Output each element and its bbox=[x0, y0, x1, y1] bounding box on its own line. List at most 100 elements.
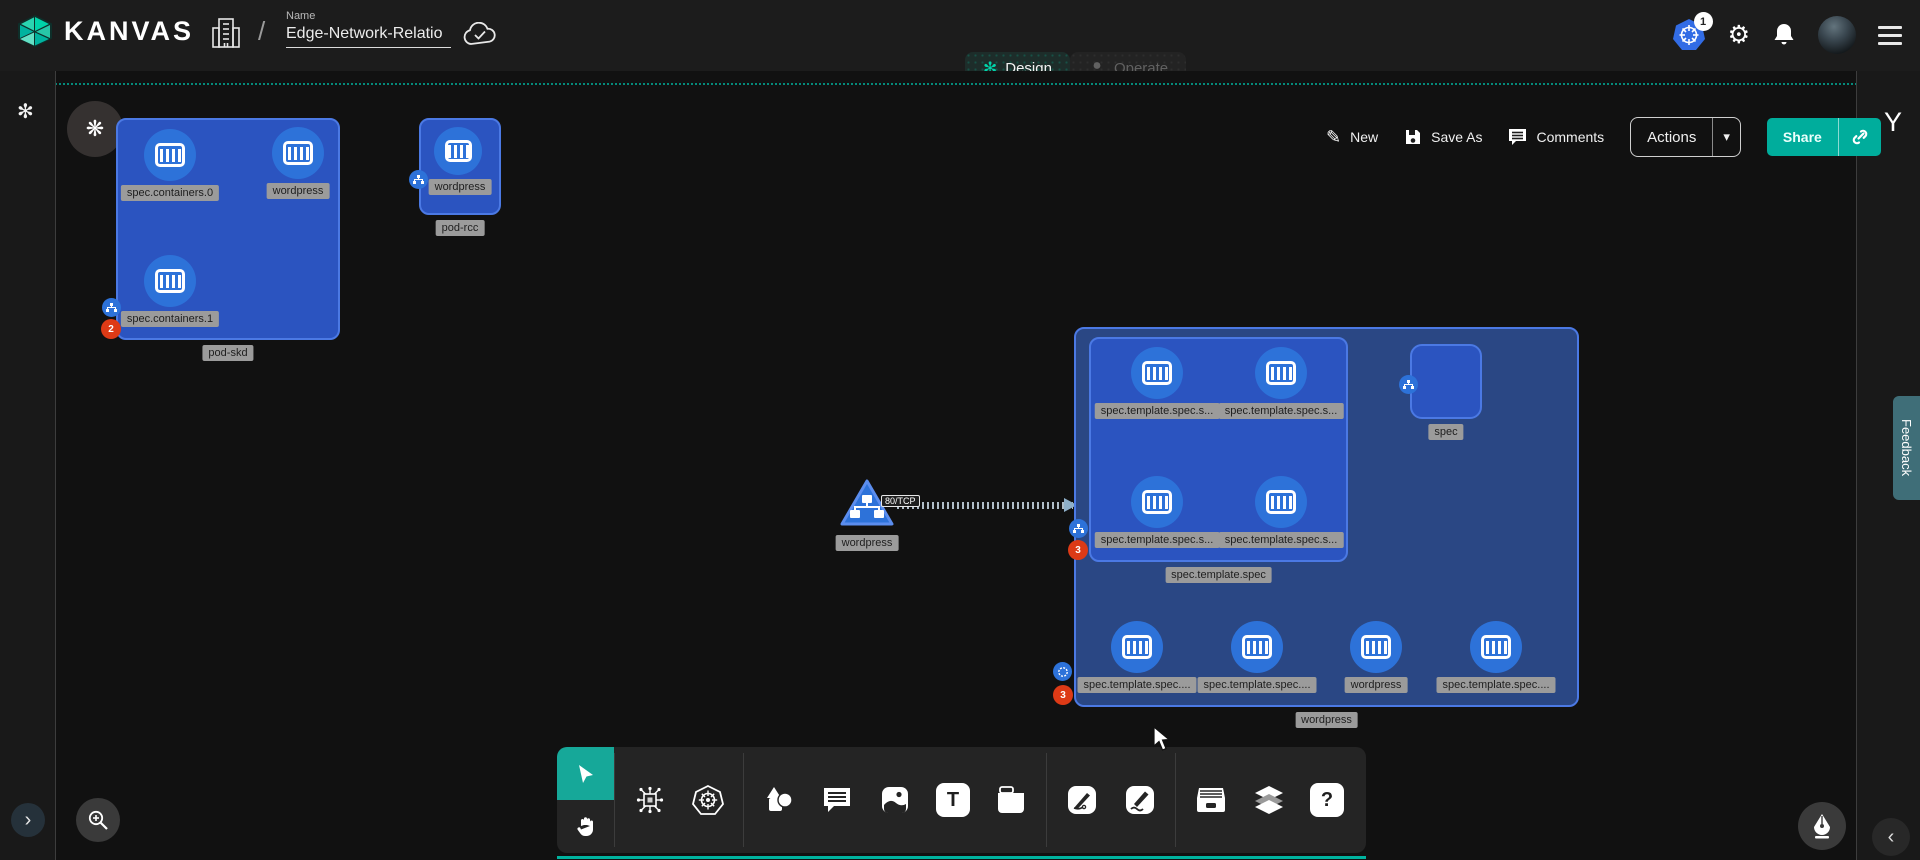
node-rcc-wordpress[interactable]: wordpress bbox=[434, 127, 486, 179]
zoom-button[interactable] bbox=[76, 798, 120, 842]
copy-link-button[interactable] bbox=[1839, 118, 1881, 156]
image-tool-button[interactable] bbox=[870, 775, 920, 825]
comments-icon bbox=[1508, 128, 1527, 146]
user-avatar[interactable] bbox=[1818, 16, 1856, 54]
pod-skd-resource-badge[interactable] bbox=[102, 298, 121, 317]
design-name-input[interactable] bbox=[286, 22, 451, 48]
pen-mode-button[interactable] bbox=[1798, 802, 1846, 850]
actions-button[interactable]: Actions bbox=[1631, 118, 1713, 156]
node-tpl-container-3[interactable]: spec.template.spec.s... bbox=[1131, 476, 1183, 528]
drawer-icon bbox=[1195, 786, 1227, 814]
group-label: spec bbox=[1428, 424, 1463, 440]
line-tool-button[interactable] bbox=[1057, 775, 1107, 825]
kanvas-logo-icon bbox=[16, 14, 54, 48]
group-spec[interactable]: spec bbox=[1410, 344, 1482, 419]
canvas-settings-button[interactable]: ❋ bbox=[67, 101, 123, 157]
select-tool-button[interactable] bbox=[557, 747, 614, 800]
spec-resource-badge[interactable] bbox=[1399, 375, 1418, 394]
container-node-icon[interactable] bbox=[1255, 347, 1307, 399]
edge-service-to-deployment[interactable]: 80/TCP bbox=[897, 502, 1073, 510]
container-node-icon[interactable] bbox=[1350, 621, 1402, 673]
share-button[interactable]: Share bbox=[1767, 118, 1839, 156]
settings-gear-icon[interactable]: ⚙ bbox=[1728, 23, 1750, 48]
brand-text: KANVAS bbox=[64, 16, 194, 47]
pod-skd-error-badge[interactable]: 2 bbox=[101, 319, 121, 339]
caret-down-icon: ▾ bbox=[1723, 129, 1730, 145]
integration-chip-icon bbox=[635, 785, 665, 815]
node-label: wordpress bbox=[836, 535, 899, 551]
node-row-container-4[interactable]: spec.template.spec.... bbox=[1470, 621, 1522, 673]
container-node-icon[interactable] bbox=[144, 255, 196, 307]
expand-panel-button[interactable]: › bbox=[11, 803, 45, 837]
node-tpl-container-1[interactable]: spec.template.spec.s... bbox=[1131, 347, 1183, 399]
kubernetes-context-button[interactable]: 1 bbox=[1672, 18, 1706, 52]
container-node-icon[interactable] bbox=[1255, 476, 1307, 528]
edge-dashed-line bbox=[897, 502, 1073, 509]
menu-hamburger-icon[interactable] bbox=[1878, 26, 1902, 45]
node-label: wordpress bbox=[1345, 677, 1408, 693]
spec-template-resource-badge[interactable] bbox=[1069, 519, 1088, 538]
group-label: wordpress bbox=[1295, 712, 1358, 728]
components-tool-button[interactable] bbox=[625, 775, 675, 825]
pencil-icon: ✎ bbox=[1326, 127, 1341, 148]
layers-tool-button[interactable] bbox=[1244, 775, 1294, 825]
question-icon: ? bbox=[1321, 789, 1333, 812]
text-tool-glyph: T bbox=[947, 789, 959, 812]
container-node-icon[interactable] bbox=[144, 129, 196, 181]
deployment-error-badge[interactable]: 3 bbox=[1053, 685, 1073, 705]
comments-button[interactable]: Comments bbox=[1508, 128, 1604, 146]
container-node-icon[interactable] bbox=[1131, 347, 1183, 399]
node-spec-containers-1[interactable]: spec.containers.1 bbox=[144, 255, 196, 307]
notifications-bell-icon[interactable] bbox=[1772, 22, 1796, 48]
organization-building-icon[interactable] bbox=[210, 16, 242, 50]
note-tool-button[interactable] bbox=[986, 775, 1036, 825]
sitemap-icon bbox=[106, 303, 117, 313]
cursor-arrow-icon bbox=[575, 763, 597, 785]
container-node-icon[interactable] bbox=[1231, 621, 1283, 673]
link-icon bbox=[1850, 127, 1870, 147]
group-label: pod-skd bbox=[202, 345, 253, 361]
save-as-button[interactable]: Save As bbox=[1404, 128, 1482, 146]
node-label: spec.containers.0 bbox=[121, 185, 219, 201]
node-row-container-1[interactable]: spec.template.spec.... bbox=[1111, 621, 1163, 673]
group-spec-template-spec[interactable]: spec.template.spec bbox=[1089, 337, 1348, 562]
kanvas-logo[interactable]: KANVAS bbox=[16, 14, 194, 48]
node-label: spec.template.spec.s... bbox=[1219, 532, 1344, 548]
comment-tool-button[interactable] bbox=[812, 775, 862, 825]
container-node-icon[interactable] bbox=[1470, 621, 1522, 673]
archive-tool-button[interactable] bbox=[1186, 775, 1236, 825]
new-label: New bbox=[1350, 129, 1378, 145]
breadcrumb-separator: / bbox=[258, 16, 265, 47]
shapes-tool-button[interactable] bbox=[754, 775, 804, 825]
comment-bubble-icon bbox=[822, 786, 852, 814]
node-label: spec.containers.1 bbox=[121, 311, 219, 327]
help-tool-button[interactable]: ? bbox=[1302, 775, 1352, 825]
kubernetes-tool-button[interactable] bbox=[683, 775, 733, 825]
node-label: spec.template.spec.... bbox=[1078, 677, 1197, 693]
new-button[interactable]: ✎ New bbox=[1326, 127, 1378, 148]
text-tool-button[interactable]: T bbox=[928, 775, 978, 825]
collapse-right-panel-button[interactable]: ‹ bbox=[1872, 818, 1910, 856]
spec-template-error-badge[interactable]: 3 bbox=[1068, 540, 1088, 560]
design-canvas[interactable]: ✻ ✎ New Save As Comments Actions bbox=[0, 71, 1920, 860]
node-tpl-container-2[interactable]: spec.template.spec.s... bbox=[1255, 347, 1307, 399]
node-row-container-2[interactable]: spec.template.spec.... bbox=[1231, 621, 1283, 673]
node-skd-wordpress[interactable]: wordpress bbox=[272, 127, 324, 179]
container-node-icon[interactable] bbox=[1131, 476, 1183, 528]
container-node-icon[interactable] bbox=[1111, 621, 1163, 673]
container-node-icon[interactable] bbox=[434, 127, 482, 175]
pencil-draw-icon bbox=[1125, 785, 1155, 815]
app-header: KANVAS / Name ✻ Design Operate bbox=[0, 0, 1920, 71]
share-label: Share bbox=[1783, 129, 1822, 145]
pod-rcc-resource-badge[interactable] bbox=[409, 170, 428, 189]
branch-icon[interactable]: Y bbox=[1884, 107, 1902, 138]
node-row-wordpress[interactable]: wordpress bbox=[1350, 621, 1402, 673]
freehand-tool-button[interactable] bbox=[1115, 775, 1165, 825]
deployment-resource-badge[interactable] bbox=[1053, 662, 1072, 681]
container-node-icon[interactable] bbox=[272, 127, 324, 179]
actions-dropdown-caret[interactable]: ▾ bbox=[1713, 118, 1740, 156]
feedback-tab[interactable]: Feedback bbox=[1893, 396, 1920, 500]
pan-tool-button[interactable] bbox=[557, 800, 614, 853]
node-spec-containers-0[interactable]: spec.containers.0 bbox=[144, 129, 196, 181]
node-tpl-container-4[interactable]: spec.template.spec.s... bbox=[1255, 476, 1307, 528]
